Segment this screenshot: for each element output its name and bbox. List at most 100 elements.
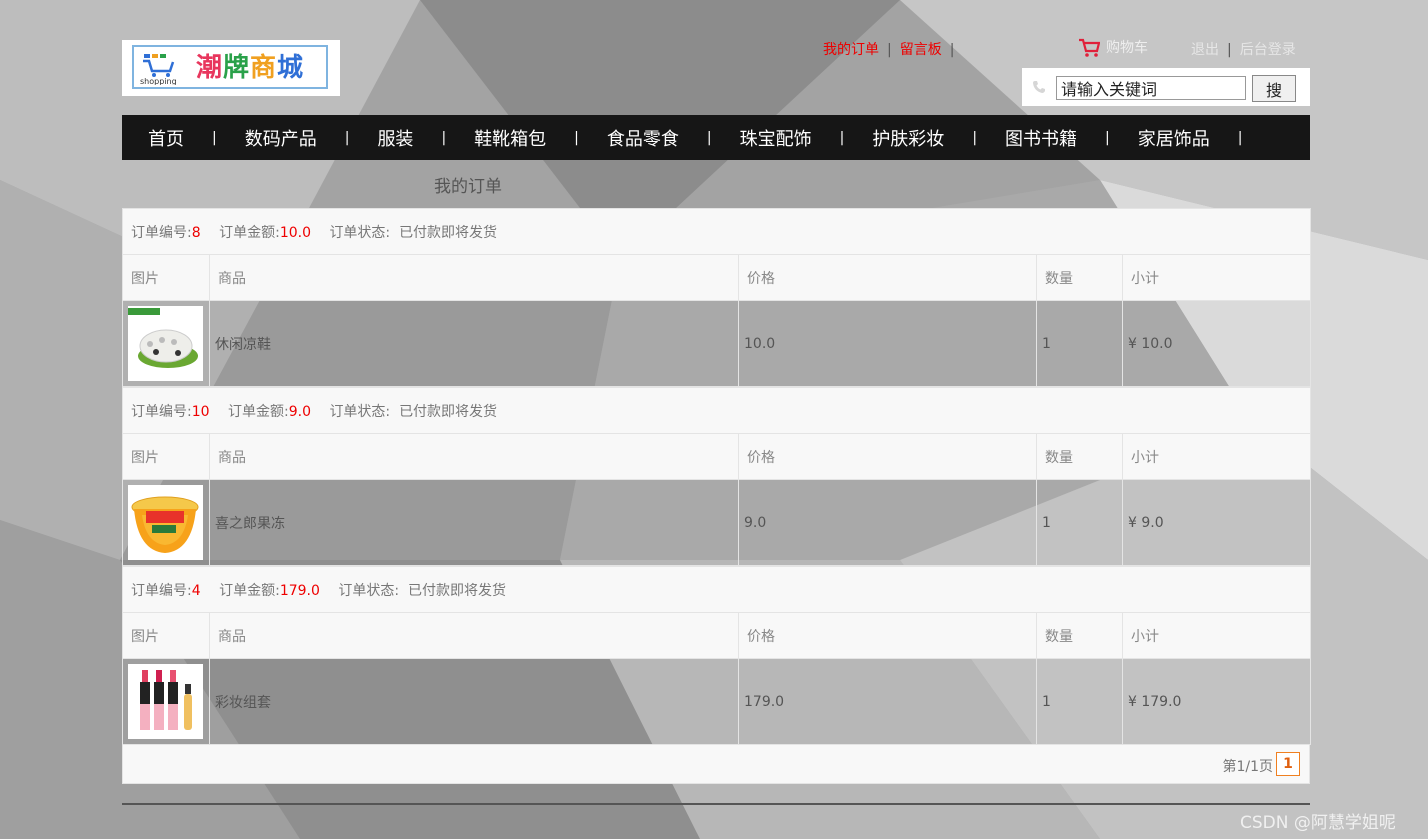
shopping-cart-logo-icon: shopping: [140, 54, 177, 85]
order-no: 订单编号:8: [131, 225, 201, 241]
main-nav: 首页 | 数码产品 | 服装 | 鞋靴箱包 | 食品零食 | 珠宝配饰 | 护肤彩妆 | 图书书籍 | 家居饰品…: [122, 115, 1310, 160]
lipstick-set-image: [128, 664, 203, 739]
order-amount-label: 订单金额:: [219, 582, 280, 599]
top-sep: |: [1227, 42, 1232, 58]
nav-item[interactable]: 珠宝配饰 |: [740, 125, 873, 151]
nav-separator: |: [344, 129, 350, 146]
order-table: 订单编号:8 订单金额:10.0 订单状态: 已付款即将发货 图片 商品 价格 …: [121, 208, 1312, 387]
product-name[interactable]: 喜之郎果冻: [209, 479, 739, 566]
order-amount-label: 订单金额:: [219, 224, 280, 241]
order-status-value: 已付款即将发货: [407, 582, 506, 599]
search-button[interactable]: 搜: [1252, 75, 1296, 102]
product-qty: 1: [1036, 479, 1123, 566]
product-thumbnail[interactable]: [128, 664, 203, 739]
logo[interactable]: shopping 潮牌商城: [122, 40, 340, 96]
product-price: 179.0: [738, 658, 1037, 745]
logo-char: 潮: [196, 53, 224, 83]
product-name[interactable]: 彩妆组套: [209, 658, 739, 745]
nav-item[interactable]: 家居饰品 |: [1138, 125, 1271, 151]
product-thumbnail-cell[interactable]: [122, 479, 210, 566]
orders-list: 订单编号:8 订单金额:10.0 订单状态: 已付款即将发货 图片 商品 价格 …: [121, 208, 1312, 784]
order-info: 订单编号:8 订单金额:10.0 订单状态: 已付款即将发货: [121, 208, 1312, 255]
col-product-header: 商品: [209, 254, 739, 301]
search-box: 搜: [1022, 68, 1310, 106]
logo-text: 潮牌商城: [196, 51, 304, 85]
nav-item[interactable]: 食品零食 |: [607, 125, 740, 151]
col-subtotal-header: 小计: [1121, 433, 1312, 480]
logo-sub-text: shopping: [140, 77, 177, 85]
order-info: 订单编号:10 订单金额:9.0 订单状态: 已付款即将发货: [121, 387, 1312, 434]
logo-char: 商: [250, 53, 278, 83]
product-name[interactable]: 休闲凉鞋: [209, 300, 739, 387]
nav-item[interactable]: 图书书籍 |: [1005, 125, 1138, 151]
product-thumbnail-cell[interactable]: [122, 300, 210, 387]
product-subtotal: ¥ 10.0: [1121, 300, 1312, 387]
order-amount-value: 9.0: [288, 403, 311, 420]
nav-separator: |: [839, 129, 845, 146]
nav-item-label: 图书书籍: [1005, 128, 1078, 150]
nav-item[interactable]: 护肤彩妆 |: [872, 125, 1005, 151]
order-no-label: 订单编号:: [131, 403, 192, 420]
product-thumbnail[interactable]: [128, 485, 203, 560]
product-qty: 1: [1036, 300, 1123, 387]
col-product-header: 商品: [209, 612, 739, 659]
order-no-value: 4: [191, 582, 201, 599]
watermark: CSDN @阿慧学姐呢: [1240, 813, 1396, 833]
product-thumbnail-cell[interactable]: [122, 658, 210, 745]
nav-item-label: 珠宝配饰: [739, 128, 812, 150]
order-no-label: 订单编号:: [131, 582, 192, 599]
logo-frame: shopping 潮牌商城: [132, 45, 328, 89]
my-orders-link[interactable]: 我的订单: [823, 42, 879, 58]
column-header-row: 图片 商品 价格 数量 小计: [122, 433, 1312, 480]
col-product-header: 商品: [209, 433, 739, 480]
order-no: 订单编号:4: [131, 583, 201, 599]
nav-separator: |: [1237, 129, 1243, 146]
pager-text: 第1/1页: [1222, 759, 1273, 775]
order-no: 订单编号:10: [131, 404, 210, 420]
nav-item[interactable]: 数码产品 |: [245, 125, 378, 151]
nav-item-label: 食品零食: [606, 128, 679, 150]
nav-separator: |: [972, 129, 978, 146]
table-row: 休闲凉鞋 10.0 1 ¥ 10.0: [122, 300, 1312, 387]
nav-item[interactable]: 服装 |: [377, 125, 474, 151]
page-title: 我的订单: [434, 177, 502, 197]
cart-icon: [1079, 38, 1101, 57]
col-price-header: 价格: [738, 433, 1037, 480]
col-subtotal-header: 小计: [1121, 254, 1312, 301]
order-status: 订单状态: 已付款即将发货: [338, 583, 506, 599]
nav-separator: |: [441, 129, 447, 146]
admin-login-link[interactable]: 后台登录: [1240, 42, 1296, 58]
cart-link[interactable]: 购物车: [1078, 38, 1148, 58]
nav-item[interactable]: 鞋靴箱包 |: [474, 125, 607, 151]
column-header-row: 图片 商品 价格 数量 小计: [122, 254, 1312, 301]
message-board-link[interactable]: 留言板: [900, 42, 942, 58]
footer-divider: [122, 803, 1310, 805]
order-status-label: 订单状态:: [329, 224, 391, 241]
nav-item[interactable]: 首页 |: [148, 125, 245, 151]
order-status: 订单状态: 已付款即将发货: [329, 404, 497, 420]
jelly-image: [128, 485, 203, 560]
account-links: 退出 | 后台登录: [1191, 40, 1296, 60]
col-price-header: 价格: [738, 612, 1037, 659]
page-1-button[interactable]: 1: [1276, 752, 1300, 776]
nav-item-label: 护肤彩妆: [872, 128, 945, 150]
order-info: 订单编号:4 订单金额:179.0 订单状态: 已付款即将发货: [121, 566, 1312, 613]
logo-char: 牌: [223, 53, 251, 83]
order-header-row: 订单编号:8 订单金额:10.0 订单状态: 已付款即将发货: [121, 208, 1312, 255]
col-pic-header: 图片: [122, 612, 210, 659]
nav-separator: |: [574, 129, 579, 146]
search-input[interactable]: [1056, 76, 1246, 100]
order-status-value: 已付款即将发货: [399, 403, 498, 420]
order-table: 订单编号:4 订单金额:179.0 订单状态: 已付款即将发货 图片 商品 价格…: [121, 566, 1312, 745]
product-thumbnail[interactable]: [128, 306, 203, 381]
column-header-row: 图片 商品 价格 数量 小计: [122, 612, 1312, 659]
logout-link[interactable]: 退出: [1191, 42, 1219, 58]
order-no-value: 10: [191, 403, 210, 420]
top-sep: |: [949, 42, 955, 58]
col-pic-header: 图片: [122, 254, 210, 301]
product-subtotal: ¥ 179.0: [1121, 658, 1312, 745]
col-qty-header: 数量: [1036, 433, 1123, 480]
product-subtotal: ¥ 9.0: [1121, 479, 1312, 566]
nav-separator: |: [212, 129, 217, 146]
order-amount: 订单金额:10.0: [219, 225, 311, 241]
